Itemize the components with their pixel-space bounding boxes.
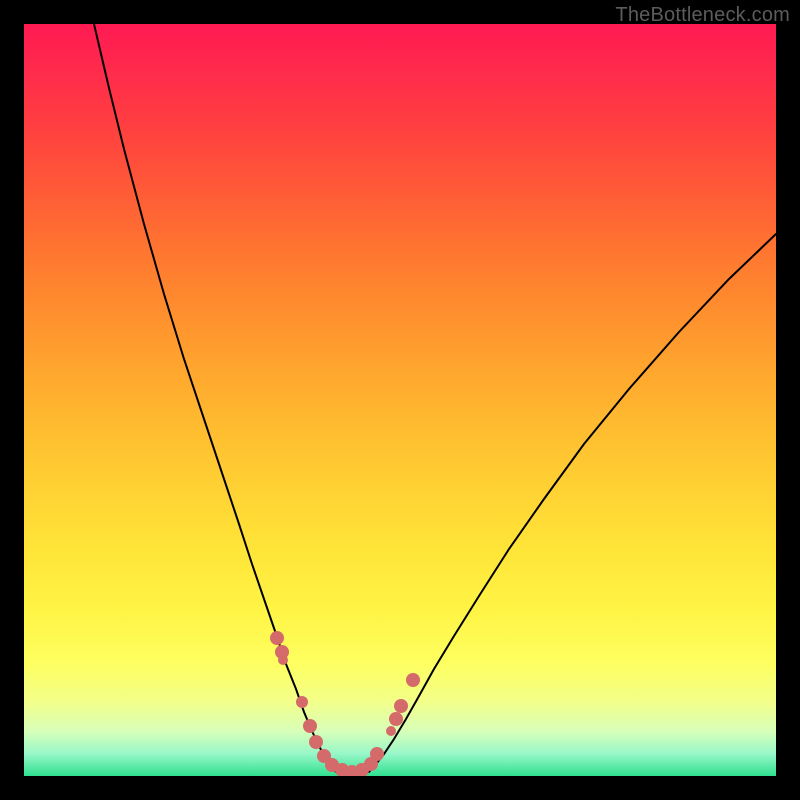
data-marker: [370, 747, 384, 761]
chart-plot-area: [24, 24, 776, 776]
chart-svg: [24, 24, 776, 776]
curve-left-branch: [94, 24, 336, 772]
data-marker: [389, 712, 403, 726]
data-marker: [394, 699, 408, 713]
data-marker: [278, 655, 288, 665]
curve-right-branch: [369, 234, 776, 772]
data-marker: [270, 631, 284, 645]
data-marker: [296, 696, 308, 708]
watermark-text: TheBottleneck.com: [615, 4, 790, 27]
curve-markers: [270, 631, 420, 776]
chart-frame: TheBottleneck.com: [0, 0, 800, 800]
data-marker: [303, 719, 317, 733]
data-marker: [406, 673, 420, 687]
data-marker: [309, 735, 323, 749]
curve-lines: [94, 24, 776, 772]
data-marker: [386, 726, 396, 736]
